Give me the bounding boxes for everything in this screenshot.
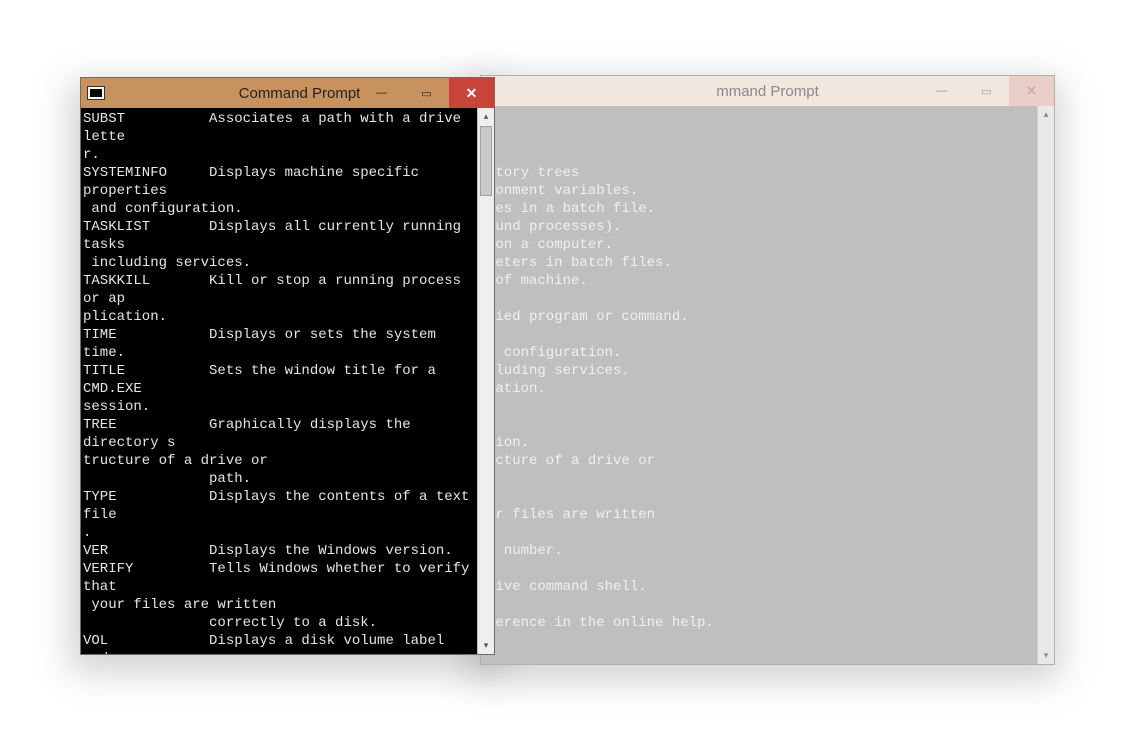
close-button[interactable]: ✕ [1009,76,1054,106]
window-command-prompt-inactive[interactable]: mmand Prompt — ▭ ✕ ctory trees ronment v… [480,75,1055,665]
console-output-inactive[interactable]: ctory trees ronment variables. ges in a … [481,106,1037,664]
scroll-up-icon[interactable]: ▴ [478,108,494,125]
desktop: mmand Prompt — ▭ ✕ ctory trees ronment v… [0,0,1135,733]
cmd-icon [87,86,105,100]
titlebar-inactive[interactable]: mmand Prompt — ▭ ✕ [481,76,1054,106]
close-button[interactable]: ✕ [449,78,494,108]
scrollbar-inactive[interactable]: ▴ ▾ [1037,106,1054,664]
maximize-button[interactable]: ▭ [404,78,449,108]
minimize-button[interactable]: — [919,76,964,106]
minimize-button[interactable]: — [359,78,404,108]
window-command-prompt-active[interactable]: Command Prompt — ▭ ✕ SUBST Associates a … [80,77,495,655]
scrollbar-active[interactable]: ▴ ▾ [477,108,494,654]
scroll-up-icon[interactable]: ▴ [1038,106,1054,123]
scroll-down-icon[interactable]: ▾ [1038,647,1054,664]
maximize-button[interactable]: ▭ [964,76,1009,106]
titlebar-active[interactable]: Command Prompt — ▭ ✕ [81,78,494,108]
scroll-thumb[interactable] [480,126,492,196]
console-output-active[interactable]: SUBST Associates a path with a drive let… [81,108,477,654]
scroll-down-icon[interactable]: ▾ [478,637,494,654]
